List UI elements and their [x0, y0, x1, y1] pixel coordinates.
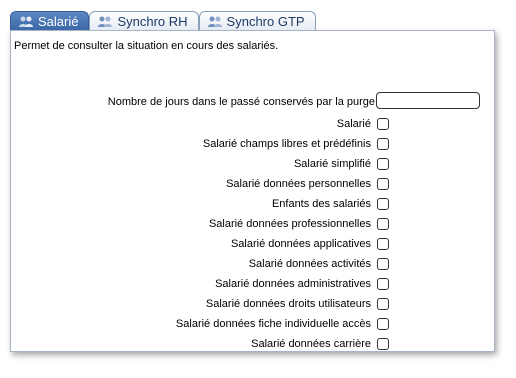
tab-label: Synchro RH	[117, 13, 188, 29]
tab-bar: Salarié Synchro RH Synchro GTP	[10, 11, 316, 31]
tab-panel: Permet de consulter la situation en cour…	[10, 30, 495, 352]
checkbox-row: Salarié données droits utilisateurs	[206, 296, 389, 312]
tab-label: Salarié	[38, 13, 79, 29]
checkbox-label: Salarié données personnelles	[226, 178, 371, 190]
donnees-professionnelles-checkbox[interactable]	[377, 218, 389, 230]
tab-salarie[interactable]: Salarié	[10, 11, 90, 30]
donnees-activites-checkbox[interactable]	[377, 258, 389, 270]
users-icon	[97, 15, 114, 28]
checkbox-row: Salarié données personnelles	[226, 176, 389, 192]
purge-days-input[interactable]	[376, 92, 480, 109]
checkbox-row: Salarié champs libres et prédéfinis	[203, 136, 389, 152]
checkbox-row: Salarié	[337, 116, 389, 132]
checkbox-row: Salarié simplifié	[294, 156, 389, 172]
salarie-checkbox[interactable]	[377, 118, 389, 130]
users-icon	[18, 15, 35, 28]
tab-synchro-rh[interactable]: Synchro RH	[89, 11, 199, 30]
checkbox-row: Enfants des salariés	[272, 196, 389, 212]
fiche-individuelle-acces-checkbox[interactable]	[377, 318, 389, 330]
checkbox-row: Salarié données professionnelles	[209, 216, 389, 232]
checkbox-label: Salarié données administratives	[215, 278, 371, 290]
tab-synchro-gtp[interactable]: Synchro GTP	[198, 11, 316, 30]
checkbox-row: Salarié données activités	[249, 256, 389, 272]
checkbox-label: Salarié données professionnelles	[208, 218, 371, 230]
donnees-administratives-checkbox[interactable]	[377, 278, 389, 290]
checkbox-label: Salarié	[336, 118, 371, 130]
checkbox-label: Salarié champs libres et prédéfinis	[202, 138, 371, 150]
checkbox-label: Enfants des salariés	[271, 198, 371, 210]
salarie-simplifie-checkbox[interactable]	[377, 158, 389, 170]
donnees-carriere-checkbox[interactable]	[377, 338, 389, 350]
checkbox-label: Salarié simplifié	[293, 158, 371, 170]
purge-label: Nombre de jours dans le passé conservés …	[107, 96, 375, 108]
donnees-droits-utilisateurs-checkbox[interactable]	[377, 298, 389, 310]
checkbox-row: Salarié données carrière	[251, 336, 389, 352]
panel-description: Permet de consulter la situation en cour…	[14, 40, 279, 52]
donnees-personnelles-checkbox[interactable]	[377, 178, 389, 190]
checkbox-row: Salarié données administratives	[215, 276, 389, 292]
enfants-checkbox[interactable]	[377, 198, 389, 210]
users-icon	[207, 15, 224, 28]
tab-label: Synchro GTP	[226, 13, 305, 29]
checkbox-label: Salarié données droits utilisateurs	[205, 298, 371, 310]
donnees-applicatives-checkbox[interactable]	[377, 238, 389, 250]
checkbox-label: Salarié données activités	[248, 258, 371, 270]
checkbox-row: Salarié données applicatives	[231, 236, 389, 252]
checkbox-row: Salarié données fiche individuelle accès	[176, 316, 389, 332]
checkbox-label: Salarié données fiche individuelle accès	[175, 318, 371, 330]
checkbox-label: Salarié données applicatives	[230, 238, 371, 250]
checkbox-label: Salarié données carrière	[251, 338, 371, 350]
salarie-champs-libres-checkbox[interactable]	[377, 138, 389, 150]
